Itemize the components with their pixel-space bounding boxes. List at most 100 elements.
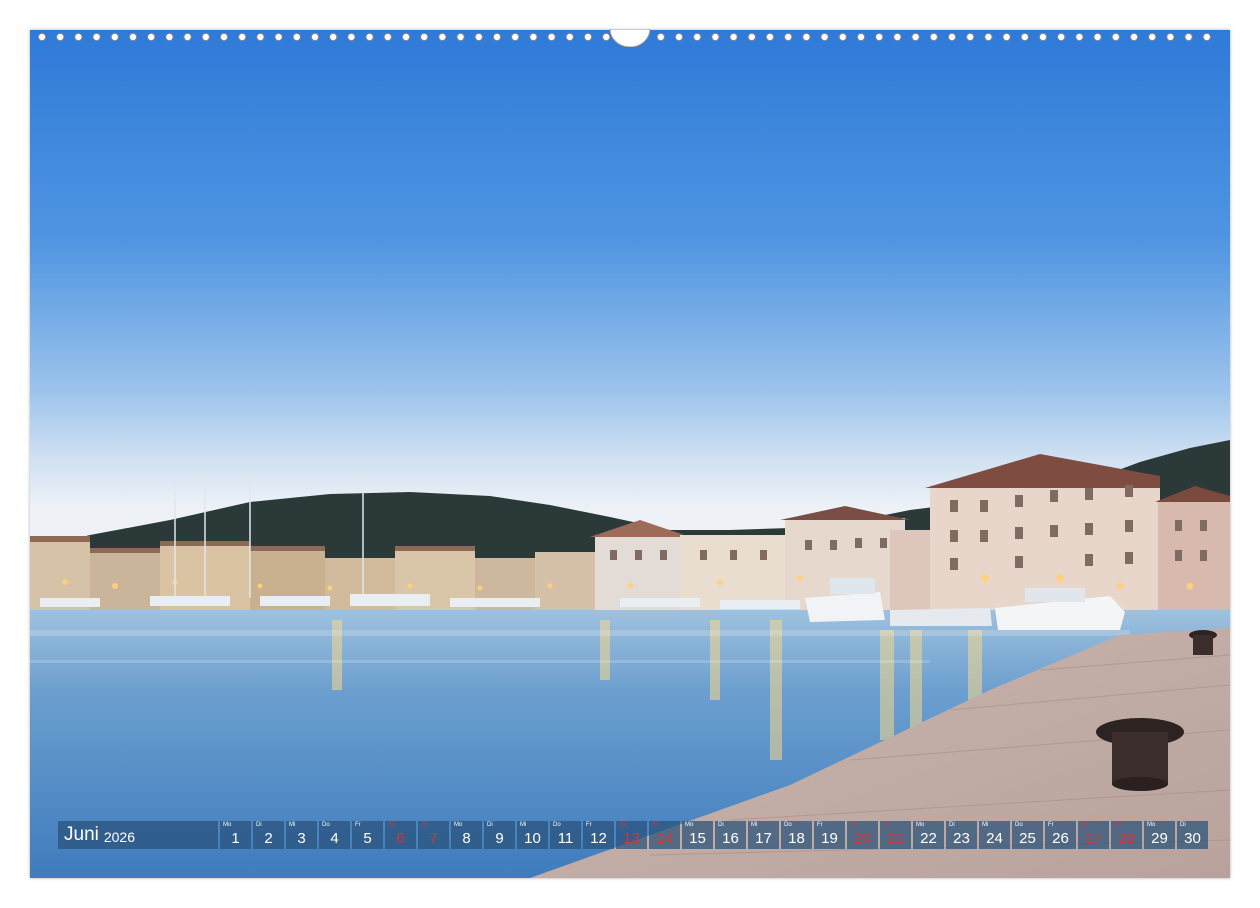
binding-hole [984,32,993,42]
day-number: 17 [755,830,772,847]
binding-hole [292,32,301,42]
binding-hole [383,32,392,42]
day-cell: Fr 12 [583,821,614,849]
binding-hole [219,32,229,42]
day-number: 2 [264,830,273,847]
day-abbr: So [1114,822,1122,828]
binding-hole [365,32,374,42]
binding-hole [347,32,356,42]
binding-hole [856,32,866,42]
calendar-strip: Juni 2026 Mo 1 Di 2 Mi 3 Do 4 Fr 5 Sa 6 So 7 Mo 8 Di 9 Mi 1… [58,821,1208,849]
day-abbr: Do [553,822,561,828]
day-cell: Di 2 [253,821,284,849]
day-abbr: Mo [1147,822,1156,828]
day-abbr: Di [256,822,262,828]
binding-hole [1184,32,1193,42]
day-number: 25 [1019,830,1036,847]
binding-hole [238,32,247,42]
binding-hole [674,32,684,42]
binding-hole [74,32,83,42]
day-number: 20 [854,830,871,847]
binding-hole [401,32,411,42]
day-cell: Mo 8 [451,821,482,849]
binding-hole [256,32,265,42]
binding-hole [929,32,938,42]
binding-hole [183,32,192,42]
day-cell: Do 4 [319,821,350,849]
calendar-page: Juni 2026 Mo 1 Di 2 Mi 3 Do 4 Fr 5 Sa 6 So 7 Mo 8 Di 9 Mi 1… [0,0,1260,908]
day-number: 1 [231,830,240,847]
day-cell: Mo 15 [682,821,713,849]
day-number: 14 [656,830,673,847]
day-abbr: Mo [685,822,694,828]
binding-hole [274,32,283,42]
day-abbr: So [883,822,891,828]
day-cell: Sa 13 [616,821,647,849]
day-abbr: Sa [850,822,858,828]
binding-hole [784,32,793,42]
day-cell: Fr 19 [814,821,845,849]
day-cell: Mo 1 [220,821,251,849]
day-cell: Sa 6 [385,821,416,849]
day-cell: Fr 26 [1045,821,1076,849]
day-number: 28 [1118,830,1135,847]
binding-hole [1038,32,1048,42]
binding-hole [1002,32,1011,42]
day-abbr: Mi [982,822,989,828]
day-number: 8 [462,830,471,847]
hanger-notch [609,29,651,47]
binding-hole [583,32,593,42]
day-abbr: Sa [619,822,627,828]
binding-hole [165,32,174,42]
binding-hole [529,32,538,42]
day-cell: Do 11 [550,821,581,849]
day-cell: Mi 24 [979,821,1010,849]
spiral-binding [37,29,1211,47]
binding-hole [802,32,811,42]
binding-hole [711,32,720,42]
binding-hole [420,32,429,42]
day-abbr: Do [1015,822,1023,828]
day-number: 29 [1151,830,1168,847]
binding-hole [1202,32,1211,42]
binding-hole [37,32,47,42]
binding-hole [1057,32,1066,42]
day-abbr: Mi [520,822,527,828]
binding-hole [966,32,975,42]
day-number: 15 [689,830,706,847]
binding-hole [1129,32,1139,42]
day-abbr: So [421,822,429,828]
binding-hole [329,32,338,42]
binding-hole [911,32,920,42]
day-cell: Do 18 [781,821,812,849]
day-cell: So 21 [880,821,911,849]
day-abbr: Mo [223,822,232,828]
day-number: 13 [623,830,640,847]
binding-hole [1093,32,1102,42]
day-number: 24 [986,830,1003,847]
day-cell: Di 23 [946,821,977,849]
day-abbr: Di [718,822,724,828]
binding-hole [1020,32,1029,42]
day-number: 21 [887,830,904,847]
binding-hole [56,32,65,42]
day-abbr: Di [1180,822,1186,828]
binding-hole [511,32,520,42]
day-abbr: So [652,822,660,828]
binding-hole [602,32,611,42]
binding-hole [1148,32,1157,42]
binding-hole [1166,32,1175,42]
day-number: 6 [396,830,405,847]
day-cell: Mi 3 [286,821,317,849]
day-number: 11 [557,830,574,847]
binding-hole [201,32,210,42]
binding-hole [456,32,465,42]
day-cell: Di 9 [484,821,515,849]
day-cell: Mo 22 [913,821,944,849]
day-cell: Di 30 [1177,821,1208,849]
month-name: Juni [64,824,99,845]
binding-hole [492,32,502,42]
day-number: 7 [429,830,438,847]
day-cell: Di 16 [715,821,746,849]
binding-hole [128,32,138,42]
